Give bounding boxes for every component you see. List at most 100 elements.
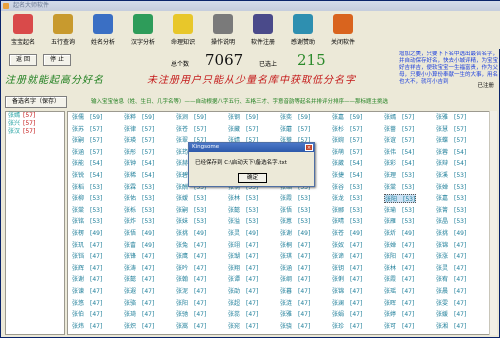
name-cell[interactable]: 张涵 [47] bbox=[280, 264, 310, 273]
name-cell[interactable]: 张婷 [47] bbox=[384, 310, 414, 319]
name-cell[interactable]: 张灵 [49] bbox=[228, 229, 258, 238]
name-cell[interactable]: 张挑 [49] bbox=[176, 229, 206, 238]
name-cell[interactable]: 张林 [47] bbox=[384, 264, 414, 273]
name-cell[interactable]: 张灵 [47] bbox=[436, 264, 466, 273]
name-cell[interactable]: 张超 [47] bbox=[228, 299, 258, 308]
name-cell[interactable]: 张挑 [49] bbox=[436, 229, 466, 238]
name-cell[interactable]: 张炽 [47] bbox=[124, 322, 154, 331]
name-cell[interactable]: 张瑜 [53] bbox=[384, 206, 414, 215]
return-button[interactable]: 返 回 bbox=[9, 54, 37, 66]
name-cell[interactable]: 张锋 [47] bbox=[124, 252, 154, 261]
name-cell[interactable]: 张苏 [57] bbox=[72, 125, 102, 134]
name-cell[interactable]: 张吟 [47] bbox=[176, 264, 206, 273]
name-cell[interactable]: 张懿 [53] bbox=[228, 206, 258, 215]
name-cell[interactable]: 张俐 [47] bbox=[332, 275, 362, 284]
name-cell[interactable]: 张辉 [47] bbox=[72, 264, 102, 273]
toolbar-button-1[interactable]: 五行查询 bbox=[44, 12, 82, 49]
name-cell[interactable]: 张阳 [53] bbox=[384, 194, 417, 204]
name-cell[interactable]: 张慧 [57] bbox=[436, 125, 466, 134]
name-cell[interactable]: 张铭 [53] bbox=[72, 217, 102, 226]
name-cell[interactable]: 张桐 [47] bbox=[280, 241, 310, 250]
name-cell[interactable]: 张晶 [53] bbox=[436, 217, 466, 226]
name-cell[interactable]: 张嗣 [57] bbox=[72, 136, 102, 145]
name-cell[interactable]: 张林 [53] bbox=[228, 194, 258, 203]
name-cell[interactable]: 张溪 [53] bbox=[436, 171, 466, 180]
name-cell[interactable]: 张谭 [47] bbox=[228, 275, 258, 284]
name-cell[interactable]: 张悟 [53] bbox=[280, 206, 310, 215]
name-cell[interactable]: 张锦 [47] bbox=[436, 241, 466, 250]
saved-name-item[interactable]: 张兴 [57] bbox=[6, 120, 64, 128]
name-cell[interactable]: 张炘 [49] bbox=[384, 229, 414, 238]
name-cell[interactable]: 张伟 [54] bbox=[384, 148, 414, 157]
name-cell[interactable]: 张箐 [53] bbox=[436, 206, 466, 215]
name-cell[interactable]: 张霞 [47] bbox=[384, 275, 414, 284]
name-cell[interactable]: 张媛 [47] bbox=[436, 310, 466, 319]
name-cell[interactable]: 张谢 [49] bbox=[280, 229, 310, 238]
name-cell[interactable]: 张玑 [47] bbox=[72, 241, 102, 250]
name-cell[interactable]: 张龙 [53] bbox=[332, 194, 362, 203]
name-cell[interactable]: 张泥 [47] bbox=[176, 287, 206, 296]
name-cell[interactable]: 张可 [47] bbox=[384, 322, 414, 331]
name-cell[interactable]: 张粹 [59] bbox=[124, 113, 154, 122]
name-cell[interactable]: 张涟 [47] bbox=[280, 299, 310, 308]
name-cell[interactable]: 张翰 [47] bbox=[176, 275, 206, 284]
name-cell[interactable]: 张苍 [57] bbox=[176, 125, 206, 134]
name-cell[interactable]: 张蘑 [57] bbox=[280, 125, 310, 134]
name-cell[interactable]: 张嫣 [57] bbox=[384, 113, 414, 122]
name-cell[interactable]: 张伯 [47] bbox=[72, 310, 102, 319]
name-cell[interactable]: 张理 [53] bbox=[384, 171, 414, 180]
name-cell[interactable]: 张楞 [49] bbox=[72, 229, 102, 238]
name-cell[interactable]: 张婵 [53] bbox=[436, 183, 466, 192]
name-cell[interactable]: 张谛 [47] bbox=[332, 252, 362, 261]
name-cell[interactable]: 张棠 [53] bbox=[384, 183, 414, 192]
name-cell[interactable]: 张涧 [59] bbox=[176, 113, 206, 122]
name-cell[interactable]: 张阳 [47] bbox=[176, 299, 206, 308]
name-cell[interactable]: 张能 [54] bbox=[72, 159, 102, 168]
name-cell[interactable]: 张霞 [53] bbox=[280, 194, 310, 203]
toolbar-button-6[interactable]: 软件注册 bbox=[244, 12, 282, 49]
name-cell[interactable]: 张琦 [47] bbox=[124, 310, 154, 319]
name-cell[interactable]: 张律 [57] bbox=[124, 125, 154, 134]
name-cell[interactable]: 张谷 [53] bbox=[332, 183, 362, 192]
name-cell[interactable]: 张溢 [53] bbox=[228, 217, 258, 226]
name-cell[interactable]: 张稻 [53] bbox=[72, 183, 102, 192]
saved-names-list[interactable]: 张嫣 [57] 张兴 [57] 张汉 [57] bbox=[5, 111, 65, 335]
name-cell[interactable]: 张嘉 [59] bbox=[332, 113, 362, 122]
name-cell[interactable]: 张棠 [53] bbox=[72, 206, 102, 215]
name-cell[interactable]: 张阳 [47] bbox=[384, 252, 414, 261]
name-cell[interactable]: 张暮 [47] bbox=[280, 287, 310, 296]
name-cell[interactable]: 张蒽 [53] bbox=[280, 217, 310, 226]
toolbar-button-0[interactable]: 宝宝起名 bbox=[4, 12, 42, 49]
name-cell[interactable]: 张萌 [57] bbox=[332, 148, 362, 157]
name-cell[interactable]: 张嘉 [53] bbox=[436, 194, 466, 203]
name-cell[interactable]: 张谢 [47] bbox=[72, 275, 102, 284]
name-cell[interactable]: 张炸 [53] bbox=[124, 217, 154, 226]
name-cell[interactable]: 张涨 [47] bbox=[436, 252, 466, 261]
name-cell[interactable]: 张彤 [57] bbox=[124, 148, 154, 157]
name-cell[interactable]: 张雯 [47] bbox=[436, 299, 466, 308]
toolbar-button-4[interactable]: 命理知识 bbox=[164, 12, 202, 49]
name-cell[interactable]: 张遐 [47] bbox=[124, 287, 154, 296]
name-cell[interactable]: 张雅 [47] bbox=[280, 310, 310, 319]
toolbar-button-2[interactable]: 姓名分析 bbox=[84, 12, 122, 49]
name-cell[interactable]: 张雁 [53] bbox=[384, 217, 414, 226]
name-cell[interactable]: 张锐 [54] bbox=[72, 171, 102, 180]
name-cell[interactable]: 张翊 [47] bbox=[228, 241, 258, 250]
dialog-ok-button[interactable]: 确定 bbox=[238, 173, 267, 183]
name-cell[interactable]: 张畲 [49] bbox=[124, 241, 154, 250]
name-cell[interactable]: 张辩 [54] bbox=[436, 159, 466, 168]
name-cell[interactable]: 张娟 [47] bbox=[332, 310, 362, 319]
name-cell[interactable]: 张琪 [47] bbox=[280, 252, 310, 261]
name-cell[interactable]: 张蝶 [57] bbox=[436, 136, 466, 145]
name-cell[interactable]: 张藏 [57] bbox=[228, 125, 258, 134]
name-cell[interactable]: 张彩 [54] bbox=[384, 159, 414, 168]
name-cell[interactable]: 张涵 [57] bbox=[72, 148, 102, 157]
name-cell[interactable]: 张鹰 [47] bbox=[176, 252, 206, 261]
name-cell[interactable]: 张稀 [54] bbox=[124, 171, 154, 180]
name-cell[interactable]: 张谏 [47] bbox=[72, 287, 102, 296]
name-cell[interactable]: 张涛 [47] bbox=[124, 264, 154, 273]
name-cell[interactable]: 张钢 [59] bbox=[228, 113, 258, 122]
name-cell[interactable]: 张宥 [47] bbox=[436, 275, 466, 284]
name-cell[interactable]: 张奴 [47] bbox=[332, 241, 362, 250]
name-cell[interactable]: 张宛 [47] bbox=[228, 322, 258, 331]
